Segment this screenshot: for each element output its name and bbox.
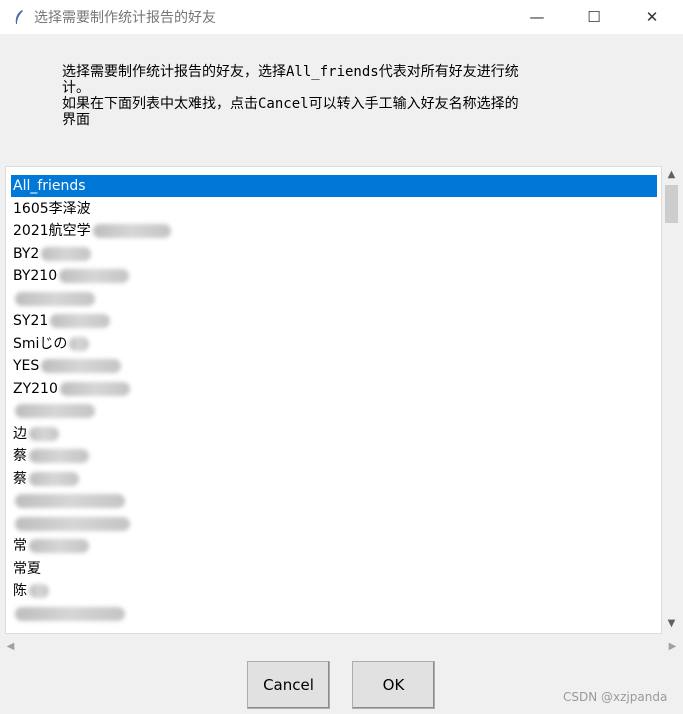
- list-item-label: SY21: [13, 313, 49, 329]
- cancel-button[interactable]: Cancel: [247, 661, 330, 709]
- csdn-watermark: CSDN @xzjpanda: [563, 690, 668, 704]
- scrollbar-thumb[interactable]: [665, 185, 678, 223]
- redaction-blur: [41, 359, 122, 373]
- feather-icon: [12, 8, 26, 26]
- redaction-blur: [92, 224, 171, 238]
- list-item[interactable]: 陈: [11, 580, 657, 602]
- ok-button[interactable]: OK: [352, 661, 435, 709]
- list-item[interactable]: ZY210: [11, 378, 657, 400]
- list-item[interactable]: 常: [11, 535, 657, 557]
- list-item[interactable]: 常夏: [11, 558, 657, 580]
- maximize-icon: ☐: [587, 8, 601, 26]
- redaction-blur: [15, 516, 130, 531]
- redaction-blur: [29, 449, 89, 463]
- list-item-label: 边: [13, 425, 27, 442]
- list-item[interactable]: [11, 490, 657, 512]
- list-item-label: All_friends: [13, 178, 86, 194]
- list-item-label: BY210: [13, 268, 58, 284]
- list-item-label: ZY210: [13, 380, 58, 397]
- instruction-message: 选择需要制作统计报告的好友，选择All_friends代表对所有好友进行统 计。…: [62, 64, 519, 128]
- list-item[interactable]: [11, 513, 657, 535]
- list-item-label: 常夏: [13, 560, 41, 577]
- close-button[interactable]: ✕: [629, 0, 675, 34]
- minimize-icon: —: [529, 8, 545, 26]
- list-item-label: BY2: [13, 245, 40, 262]
- friends-listbox[interactable]: All_friends 1605李泽波 2021航空学 BY2 BY210 SY21 Smi…: [5, 166, 662, 634]
- list-item[interactable]: 蔡: [11, 468, 657, 490]
- redaction-blur: [29, 471, 79, 486]
- list-item[interactable]: 1605李泽波: [11, 198, 657, 220]
- redaction-blur: [15, 606, 125, 621]
- list-item-label: 陈: [13, 583, 27, 599]
- scroll-left-icon[interactable]: ◀: [2, 638, 19, 655]
- list-item-label: Smiじの: [13, 335, 68, 352]
- list-item-label: 常: [13, 538, 27, 554]
- maximize-button[interactable]: ☐: [571, 0, 617, 34]
- list-item[interactable]: 蔡: [11, 445, 657, 467]
- list-item[interactable]: 2021航空学: [11, 220, 657, 242]
- list-item[interactable]: YES: [11, 355, 657, 377]
- redaction-blur: [15, 404, 95, 418]
- redaction-blur: [29, 539, 89, 553]
- redaction-blur: [41, 246, 92, 261]
- list-item-label: 蔡: [13, 448, 27, 464]
- vertical-scrollbar[interactable]: ▲ ▼: [663, 166, 680, 632]
- minimize-button[interactable]: —: [514, 0, 560, 34]
- list-item[interactable]: BY210: [11, 265, 657, 287]
- list-item[interactable]: Smiじの: [11, 333, 657, 355]
- redaction-blur: [59, 381, 130, 396]
- list-item-label: 蔡: [13, 470, 27, 487]
- list-item-label: 2021航空学: [13, 223, 91, 239]
- horizontal-scrollbar[interactable]: ◀ ▶: [0, 638, 683, 655]
- redaction-blur: [50, 314, 111, 328]
- redaction-blur: [15, 291, 95, 306]
- close-icon: ✕: [645, 8, 659, 26]
- list-item[interactable]: 边: [11, 423, 657, 445]
- scroll-right-icon[interactable]: ▶: [664, 638, 681, 655]
- redaction-blur: [29, 426, 59, 441]
- list-item-label: YES: [13, 358, 40, 374]
- list-item[interactable]: BY2: [11, 243, 657, 265]
- list-item[interactable]: [11, 400, 657, 422]
- redaction-blur: [15, 494, 125, 508]
- list-item[interactable]: [11, 288, 657, 310]
- scroll-down-icon[interactable]: ▼: [663, 615, 680, 632]
- list-item[interactable]: [11, 603, 657, 625]
- scroll-up-icon[interactable]: ▲: [663, 166, 680, 183]
- window-title: 选择需要制作统计报告的好友: [34, 10, 216, 26]
- list-item[interactable]: SY21: [11, 310, 657, 332]
- redaction-blur: [29, 584, 49, 598]
- list-item-label: 1605李泽波: [13, 200, 91, 217]
- list-item[interactable]: All_friends: [11, 175, 657, 197]
- redaction-blur: [59, 269, 130, 283]
- redaction-blur: [69, 336, 90, 351]
- title-bar: 选择需要制作统计报告的好友 — ☐ ✕: [0, 0, 683, 34]
